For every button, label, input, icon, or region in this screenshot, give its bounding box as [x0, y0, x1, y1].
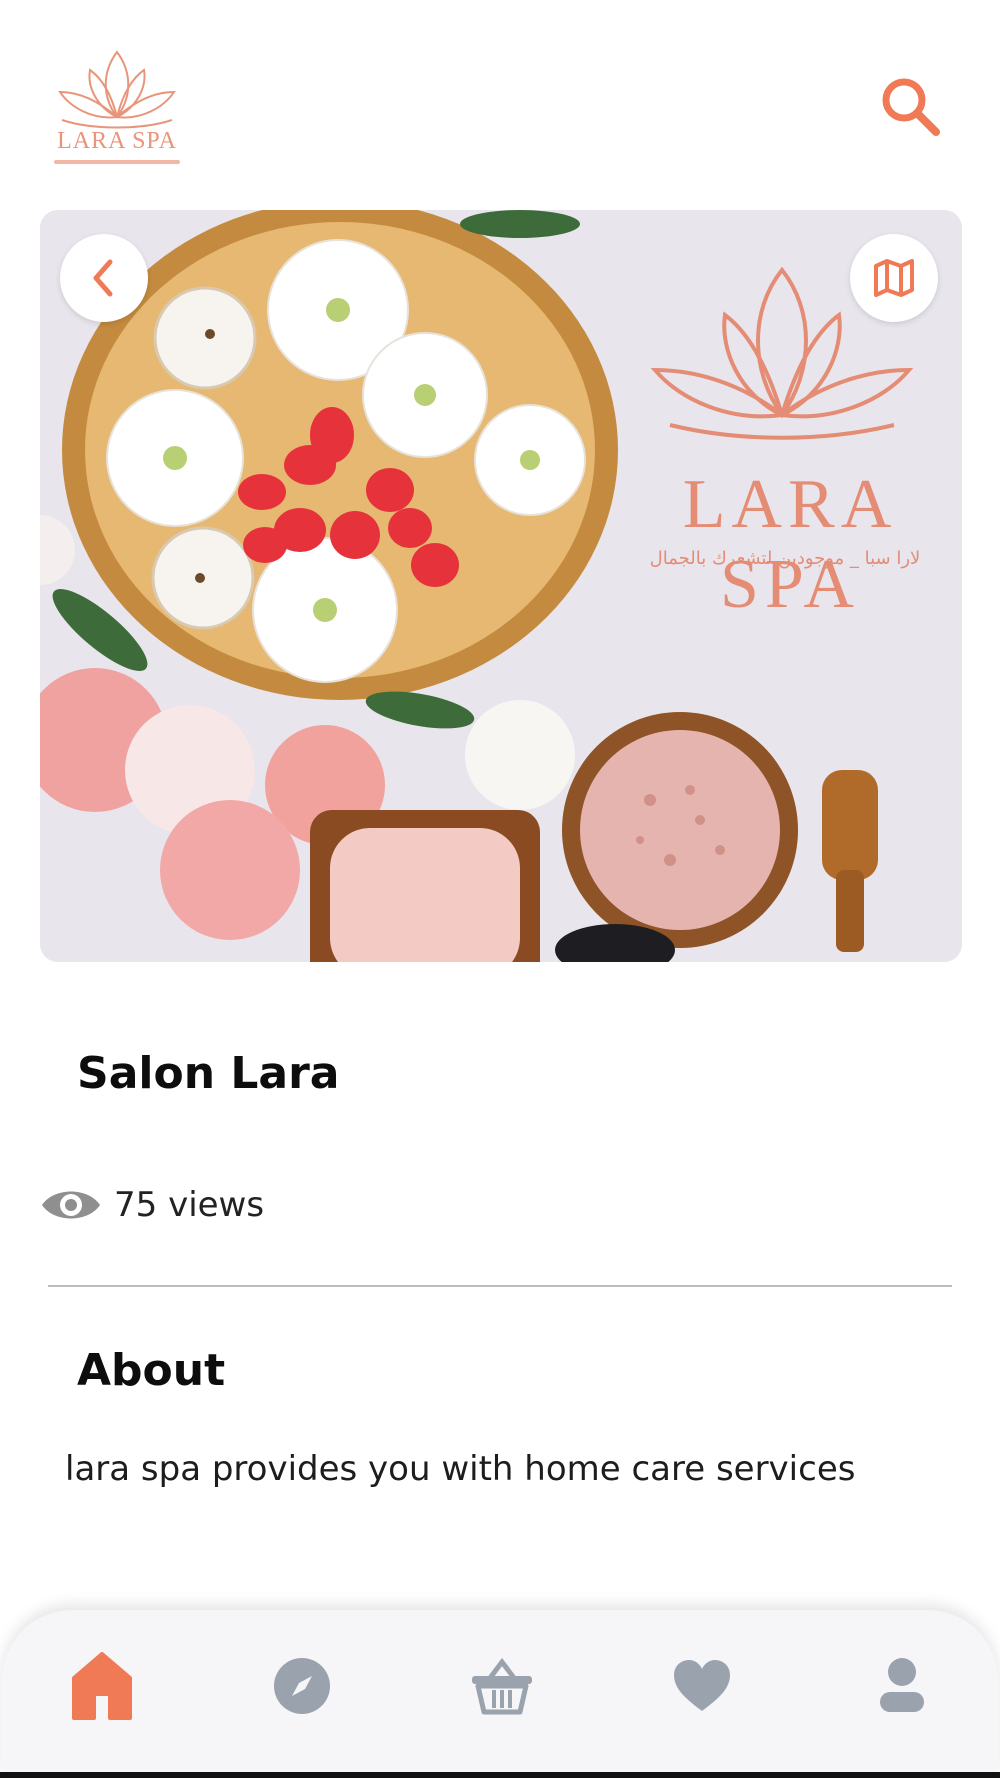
heart-icon: [674, 1660, 730, 1711]
nav-explore[interactable]: [262, 1646, 342, 1726]
hero-tagline: لارا سبا _ موجودين لتشعرك بالجمال: [649, 548, 921, 569]
salon-name: Salon Lara: [77, 1048, 340, 1099]
lotus-logo-icon: [58, 50, 176, 129]
nav-cart[interactable]: [462, 1646, 542, 1726]
nav-profile[interactable]: [862, 1646, 942, 1726]
nav-home[interactable]: [62, 1646, 142, 1726]
about-description: lara spa provides you with home care ser…: [65, 1449, 856, 1489]
compass-icon: [274, 1658, 330, 1714]
nav-favorites[interactable]: [662, 1646, 742, 1726]
salon-hero-image: LARA SPA لارا سبا _ موجودين لتشعرك بالجم…: [40, 210, 962, 962]
home-icon: [72, 1652, 132, 1720]
logo-tagline: [54, 160, 180, 164]
back-button[interactable]: [60, 234, 148, 322]
system-bottom-bar: [0, 1772, 1000, 1778]
map-button[interactable]: [850, 234, 938, 322]
views-count: 75 views: [114, 1185, 265, 1225]
views-counter: 75 views: [40, 1178, 264, 1232]
chevron-left-icon: [93, 259, 113, 297]
user-icon: [880, 1658, 924, 1712]
hero-brand-text: LARA SPA: [682, 466, 898, 623]
about-heading: About: [77, 1345, 226, 1396]
divider: [48, 1285, 952, 1287]
bottom-navigation: [2, 1610, 998, 1778]
eye-icon: [42, 1191, 100, 1219]
basket-icon: [472, 1657, 532, 1715]
map-icon: [874, 259, 914, 297]
search-icon: [882, 78, 940, 136]
app-header: LARA SPA: [0, 0, 1000, 200]
lara-spa-logo: LARA SPA: [42, 42, 192, 174]
logo-brand-text: LARA SPA: [57, 128, 177, 154]
search-button[interactable]: [878, 74, 944, 140]
